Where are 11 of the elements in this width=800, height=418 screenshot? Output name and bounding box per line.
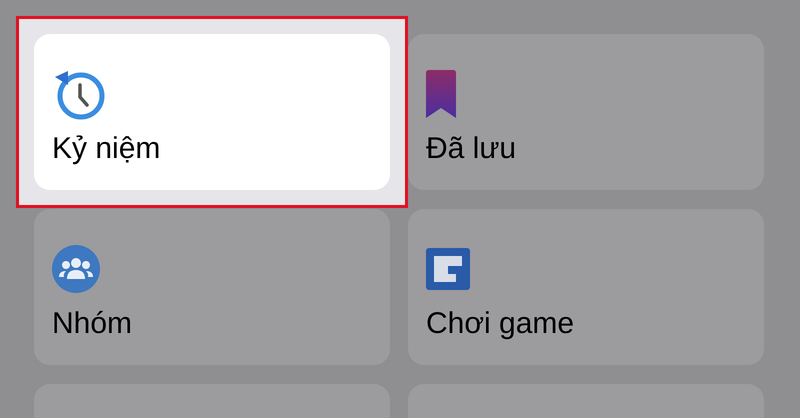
- bookmark-icon: [426, 70, 456, 118]
- card-label: Nhóm: [52, 307, 134, 341]
- card-label: Kỷ niệm: [52, 132, 162, 166]
- menu-card[interactable]: Đã lưu: [408, 34, 764, 190]
- game-icon: [426, 248, 470, 290]
- menu-card[interactable]: Chơi game: [408, 209, 764, 365]
- menu-card[interactable]: Nhóm: [34, 209, 390, 365]
- card-label: Chơi game: [426, 307, 576, 341]
- menu-card[interactable]: Kỷ niệm: [34, 34, 390, 190]
- card-label: Đã lưu: [426, 132, 518, 166]
- group-icon: [52, 245, 100, 293]
